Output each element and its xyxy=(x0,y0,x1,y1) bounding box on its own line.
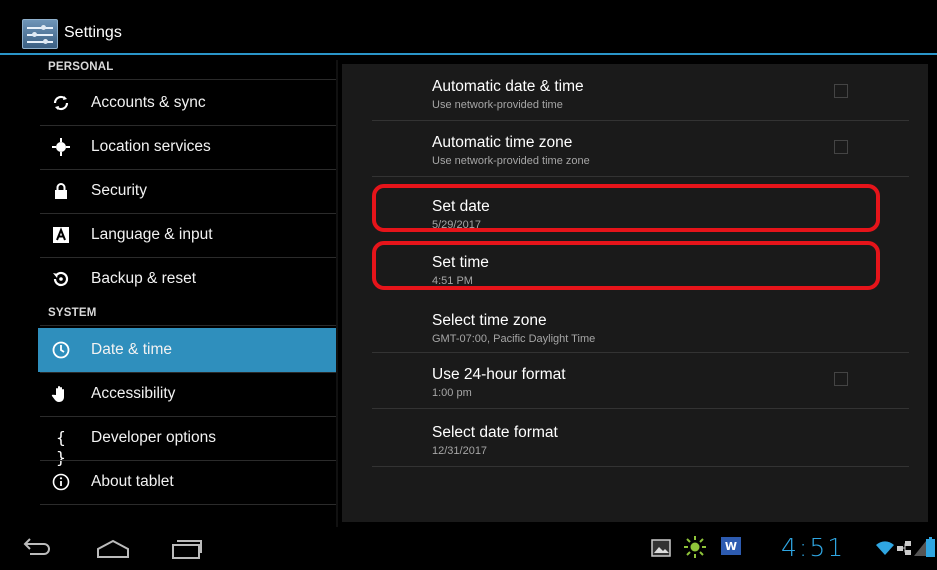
pref-title: Select date format xyxy=(432,424,558,441)
settings-app-icon[interactable] xyxy=(22,19,58,49)
sidebar-item-accessibility[interactable]: Accessibility xyxy=(38,372,336,416)
braces-icon: { } xyxy=(56,428,66,467)
pref-automatic-date-time[interactable]: Automatic date & time Use network-provid… xyxy=(372,64,909,120)
pref-automatic-time-zone[interactable]: Automatic time zone Use network-provided… xyxy=(372,120,909,176)
pref-select-date-format[interactable]: Select date format 12/31/2017 xyxy=(372,410,909,466)
sidebar-item-label: Developer options xyxy=(91,429,216,446)
sidebar-item-developer-options[interactable]: { } Developer options xyxy=(38,416,336,467)
wifi-icon xyxy=(875,539,895,562)
date-time-settings-panel: Automatic date & time Use network-provid… xyxy=(336,60,932,527)
pref-use-24-hour-format[interactable]: Use 24-hour format 1:00 pm xyxy=(372,352,909,408)
word-notification-icon[interactable]: W xyxy=(721,537,741,560)
sidebar-item-security[interactable]: Security xyxy=(38,169,336,213)
use-24-hour-format-checkbox[interactable] xyxy=(834,372,848,386)
sidebar-item-location-services[interactable]: Location services xyxy=(38,125,336,169)
section-header-personal: PERSONAL xyxy=(48,61,114,73)
pref-title: Use 24-hour format xyxy=(432,366,566,383)
sidebar-item-label: Accounts & sync xyxy=(91,94,206,111)
hand-icon xyxy=(51,384,71,404)
sidebar-item-label: Language & input xyxy=(91,226,213,243)
settings-sidebar: PERSONAL Accounts & sync Location servic… xyxy=(0,55,336,527)
home-icon[interactable] xyxy=(96,537,130,566)
sidebar-item-label: Backup & reset xyxy=(91,270,197,287)
pref-title: Select time zone xyxy=(432,312,547,329)
recent-apps-icon[interactable] xyxy=(171,537,203,566)
brightness-icon[interactable] xyxy=(683,535,707,564)
battery-icon xyxy=(926,537,935,562)
sidebar-item-label: Accessibility xyxy=(91,385,176,402)
pref-summary: Use network-provided time zone xyxy=(432,155,590,167)
action-bar: Settings xyxy=(0,0,937,55)
sidebar-item-date-time[interactable]: Date & time xyxy=(38,328,336,372)
status-clock[interactable]: 4:51 xyxy=(781,533,845,562)
divider xyxy=(40,79,336,80)
sync-icon xyxy=(51,93,71,113)
automatic-date-time-checkbox[interactable] xyxy=(834,84,848,98)
signal-icon xyxy=(913,539,927,562)
sidebar-item-label: Location services xyxy=(91,138,211,155)
sidebar-item-label: About tablet xyxy=(91,473,174,490)
back-icon[interactable] xyxy=(22,537,52,566)
section-header-system: SYSTEM xyxy=(48,307,97,319)
divider xyxy=(372,176,909,177)
clock-icon xyxy=(51,340,71,360)
system-bar: W 4:51 xyxy=(0,527,937,570)
sidebar-item-label: Date & time xyxy=(91,341,172,358)
divider xyxy=(372,466,909,467)
divider xyxy=(40,325,336,326)
lock-icon xyxy=(51,181,71,201)
pref-select-time-zone[interactable]: Select time zone GMT-07:00, Pacific Dayl… xyxy=(372,298,909,354)
app-title: Settings xyxy=(64,24,122,41)
info-icon xyxy=(51,472,71,492)
sidebar-item-accounts-sync[interactable]: Accounts & sync xyxy=(38,81,336,125)
pref-summary: Use network-provided time xyxy=(432,99,563,111)
pref-title: Automatic time zone xyxy=(432,134,573,151)
divider xyxy=(40,504,336,505)
backup-icon xyxy=(51,269,71,289)
sidebar-item-about-tablet[interactable]: About tablet xyxy=(38,460,336,504)
keyboard-icon xyxy=(51,225,71,245)
gallery-notification-icon[interactable] xyxy=(651,539,671,562)
pref-title: Automatic date & time xyxy=(432,78,584,95)
network-icon xyxy=(896,540,912,561)
preferences-card: Automatic date & time Use network-provid… xyxy=(342,64,928,522)
location-icon xyxy=(51,137,71,157)
automatic-time-zone-checkbox[interactable] xyxy=(834,140,848,154)
pref-summary: 1:00 pm xyxy=(432,387,472,399)
pref-summary: 12/31/2017 xyxy=(432,445,488,457)
set-date-highlight xyxy=(372,184,880,232)
svg-text:W: W xyxy=(725,540,737,553)
pref-summary: GMT-07:00, Pacific Daylight Time xyxy=(432,333,596,345)
sidebar-item-backup-reset[interactable]: Backup & reset xyxy=(38,257,336,301)
sidebar-item-label: Security xyxy=(91,182,147,199)
sidebar-item-language-input[interactable]: Language & input xyxy=(38,213,336,257)
set-time-highlight xyxy=(372,241,880,290)
divider xyxy=(372,408,909,409)
